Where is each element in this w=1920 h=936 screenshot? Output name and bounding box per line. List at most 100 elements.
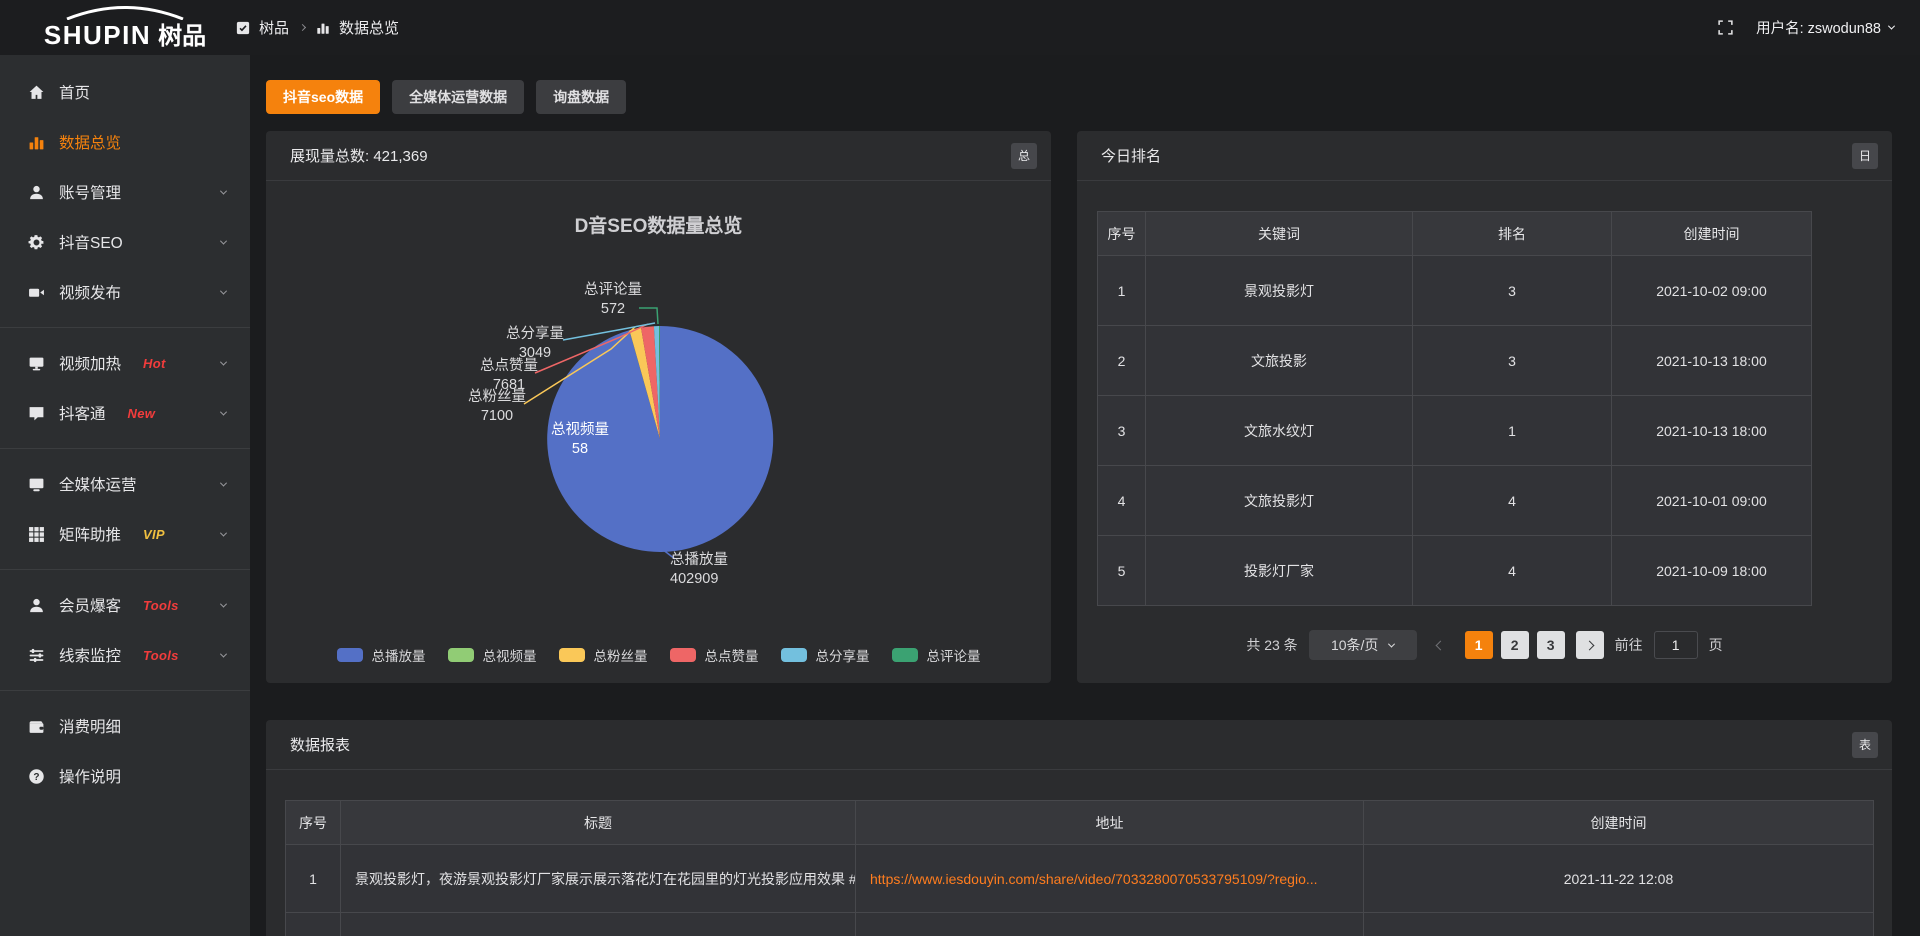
next-page-button[interactable] bbox=[1576, 631, 1604, 659]
sidebar-item-label: 消费明细 bbox=[59, 715, 121, 737]
legend-item-总分享量[interactable]: 总分享量 bbox=[781, 645, 870, 665]
report-panel-title: 数据报表 bbox=[290, 734, 350, 755]
breadcrumb-item-current[interactable]: 数据总览 bbox=[339, 17, 399, 38]
table-row: 3文旅水纹灯12021-10-13 18:00 bbox=[1098, 396, 1812, 466]
sidebar-item-视频加热[interactable]: 视频加热 Hot bbox=[0, 338, 250, 388]
bar-chart-icon bbox=[316, 21, 330, 35]
brand-logo: SHUPIN 树品 bbox=[0, 5, 250, 51]
sidebar-item-首页[interactable]: 首页 bbox=[0, 67, 250, 117]
ranking-panel-title: 今日排名 bbox=[1101, 145, 1161, 166]
legend-label: 总点赞量 bbox=[705, 645, 759, 665]
column-header: 标题 bbox=[341, 801, 856, 845]
day-toggle-button[interactable]: 日 bbox=[1852, 143, 1878, 169]
table-cell: 1 bbox=[1098, 256, 1146, 326]
breadcrumb-separator-icon bbox=[299, 24, 306, 31]
sidebar-item-视频发布[interactable]: 视频发布 bbox=[0, 267, 250, 317]
user-icon bbox=[28, 184, 45, 201]
total-toggle-button[interactable]: 总 bbox=[1011, 143, 1037, 169]
total-count: 共 23 条 bbox=[1246, 635, 1297, 655]
chevron-down-icon bbox=[221, 532, 226, 537]
monitor-icon bbox=[28, 476, 45, 493]
sidebar-item-矩阵助推[interactable]: 矩阵助推VIP bbox=[0, 509, 250, 559]
grid-icon bbox=[28, 526, 45, 543]
sidebar-item-badge: Tools bbox=[143, 648, 179, 663]
pie-label-name: 总播放量 bbox=[670, 552, 728, 568]
breadcrumb: 树品 数据总览 bbox=[236, 17, 399, 38]
sidebar-item-全媒体运营[interactable]: 全媒体运营 bbox=[0, 459, 250, 509]
table-row bbox=[286, 913, 1874, 936]
page-size-select[interactable]: 10条/页 bbox=[1309, 630, 1417, 660]
pie-chart-svg bbox=[266, 181, 1051, 683]
pie-label-总评论量: 总评论量 572 bbox=[558, 281, 668, 319]
table-cell: 1 bbox=[1413, 396, 1612, 466]
pie-label-value: 58 bbox=[525, 440, 635, 459]
table-cell bbox=[341, 913, 856, 936]
table-cell: 2021-10-13 18:00 bbox=[1612, 326, 1812, 396]
gear-icon bbox=[28, 234, 45, 251]
chevron-down-icon bbox=[221, 190, 226, 195]
table-cell bbox=[286, 913, 341, 936]
brand-name-cn: 树品 bbox=[158, 16, 206, 51]
sidebar-item-label: 视频加热 bbox=[59, 352, 121, 374]
column-header: 创建时间 bbox=[1364, 801, 1874, 845]
tab-询盘数据[interactable]: 询盘数据 bbox=[536, 80, 626, 114]
sidebar-item-消费明细[interactable]: 消费明细 bbox=[0, 701, 250, 751]
pie-label-value: 572 bbox=[558, 300, 668, 319]
chevron-down-icon bbox=[221, 482, 226, 487]
legend-swatch bbox=[670, 648, 696, 662]
ranking-table: 序号关键词排名创建时间1景观投影灯32021-10-02 09:002文旅投影3… bbox=[1097, 211, 1812, 606]
pie-label-name: 总评论量 bbox=[584, 282, 642, 298]
legend-item-总视频量[interactable]: 总视频量 bbox=[448, 645, 537, 665]
pie-label-value: 402909 bbox=[670, 570, 800, 589]
sidebar-item-操作说明[interactable]: ?操作说明 bbox=[0, 751, 250, 801]
user-menu[interactable]: 用户名: zswodun88 bbox=[1756, 17, 1894, 38]
sidebar-item-线索监控[interactable]: 线索监控Tools bbox=[0, 630, 250, 680]
sliders-icon bbox=[28, 647, 45, 664]
sidebar-item-抖客通[interactable]: 抖客通New bbox=[0, 388, 250, 438]
legend-item-总粉丝量[interactable]: 总粉丝量 bbox=[559, 645, 648, 665]
sidebar-item-数据总览[interactable]: 数据总览 bbox=[0, 117, 250, 167]
sidebar-item-账号管理[interactable]: 账号管理 bbox=[0, 167, 250, 217]
table-cell bbox=[856, 913, 1364, 936]
column-header: 序号 bbox=[286, 801, 341, 845]
fullscreen-icon[interactable] bbox=[1717, 19, 1734, 36]
wallet-icon bbox=[28, 718, 45, 735]
goto-page-input[interactable]: 1 bbox=[1654, 631, 1698, 659]
tab-抖音seo数据[interactable]: 抖音seo数据 bbox=[266, 80, 380, 114]
main-content: 抖音seo数据全媒体运营数据询盘数据 展现量总数: 421,369 总 D音SE… bbox=[250, 55, 1920, 936]
column-header: 创建时间 bbox=[1612, 212, 1812, 256]
ranking-panel: 今日排名 日 序号关键词排名创建时间1景观投影灯32021-10-02 09:0… bbox=[1077, 131, 1892, 683]
tab-全媒体运营数据[interactable]: 全媒体运营数据 bbox=[392, 80, 524, 114]
pie-label-value: 7100 bbox=[442, 407, 552, 426]
legend-item-总点赞量[interactable]: 总点赞量 bbox=[670, 645, 759, 665]
screen-icon bbox=[28, 355, 45, 372]
sidebar-item-label: 数据总览 bbox=[59, 131, 121, 153]
page-button-1[interactable]: 1 bbox=[1465, 631, 1493, 659]
goto-label: 前往 bbox=[1615, 635, 1643, 655]
sidebar-item-会员爆客[interactable]: 会员爆客Tools bbox=[0, 580, 250, 630]
legend-item-总评论量[interactable]: 总评论量 bbox=[892, 645, 981, 665]
legend-swatch bbox=[892, 648, 918, 662]
column-header: 序号 bbox=[1098, 212, 1146, 256]
breadcrumb-item-home[interactable]: 树品 bbox=[259, 17, 289, 38]
table-toggle-button[interactable]: 表 bbox=[1852, 732, 1878, 758]
data-tabs: 抖音seo数据全媒体运营数据询盘数据 bbox=[266, 80, 1892, 114]
table-cell: 景观投影灯，夜游景观投影灯厂家展示展示落花灯在花园里的灯光投影应用效果 # bbox=[341, 845, 856, 913]
sidebar-item-抖音SEO[interactable]: 抖音SEO bbox=[0, 217, 250, 267]
table-header-row: 序号关键词排名创建时间 bbox=[1098, 212, 1812, 256]
bar-chart-icon bbox=[28, 134, 45, 151]
legend-item-总播放量[interactable]: 总播放量 bbox=[337, 645, 426, 665]
video-link[interactable]: https://www.iesdouyin.com/share/video/70… bbox=[856, 845, 1364, 913]
legend-swatch bbox=[781, 648, 807, 662]
legend-label: 总分享量 bbox=[816, 645, 870, 665]
pie-label-name: 总分享量 bbox=[506, 326, 564, 342]
table-cell: 文旅投影灯 bbox=[1146, 466, 1413, 536]
prev-page-button[interactable] bbox=[1428, 631, 1454, 659]
sidebar-divider bbox=[0, 569, 250, 570]
overview-panel-title: 展现量总数: 421,369 bbox=[290, 145, 428, 166]
chevron-down-icon bbox=[1888, 23, 1895, 30]
page-button-2[interactable]: 2 bbox=[1501, 631, 1529, 659]
page-button-3[interactable]: 3 bbox=[1537, 631, 1565, 659]
sidebar-item-badge: Hot bbox=[143, 356, 166, 371]
pie-label-总播放量: 总播放量 402909 bbox=[670, 551, 800, 589]
